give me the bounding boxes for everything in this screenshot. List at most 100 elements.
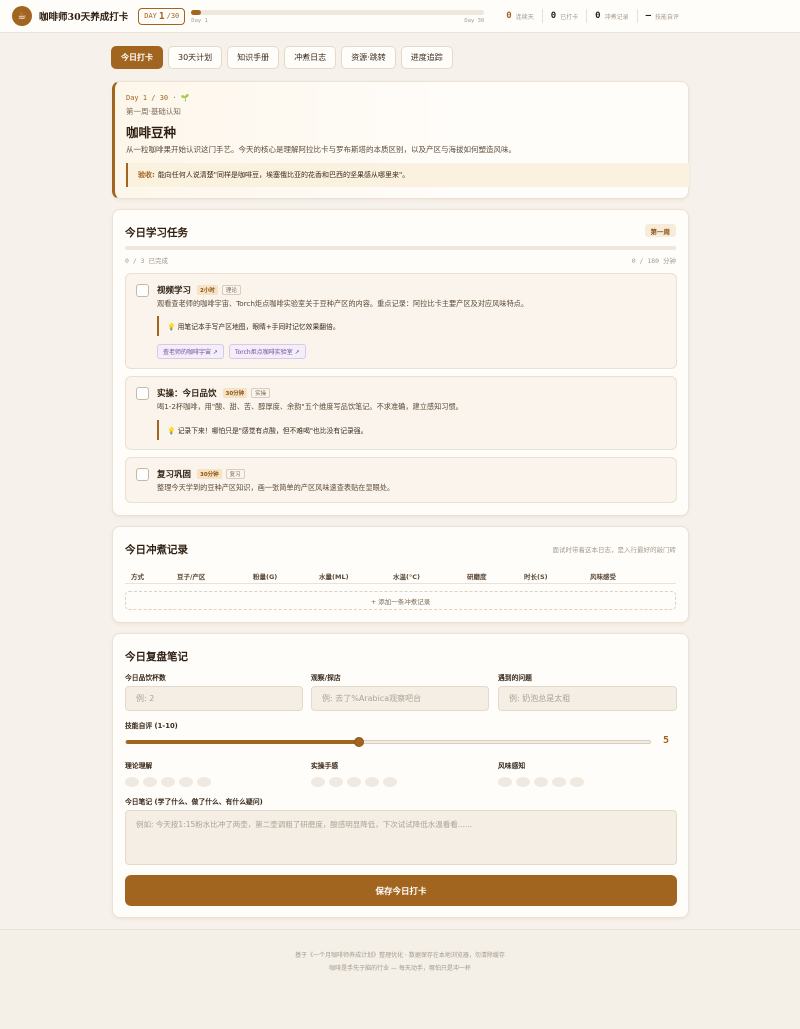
brew-hint: 面试时带着这本日志，是入行最好的敲门砖 [552, 546, 677, 554]
rating-dot[interactable] [534, 777, 548, 787]
day-progress-fill [191, 10, 202, 15]
rating-label: 实操手感 [311, 762, 339, 770]
stat-value: — [645, 11, 652, 21]
main-tabs: 今日打卡 30天计划 知识手册 冲煮日志 资源·跳转 进度追踪 [111, 46, 453, 69]
day-progress: Day 1 Day 30 [191, 6, 485, 26]
stat-value: 0 [506, 11, 512, 21]
resource-link-cha-coffee-universe[interactable]: 查老师的咖啡宇宙 ↗ [157, 344, 224, 359]
rating-dot[interactable] [311, 777, 325, 787]
review-notes-card: 今日复盘笔记 今日品饮杯数 观察/探店 遇到的问题 技能自评 (1-10) 5 … [112, 633, 689, 918]
task-type-chip: 理论 [221, 285, 241, 295]
tab-30-day-plan[interactable]: 30天计划 [168, 46, 223, 69]
app-title: 咖啡师30天养成打卡 [39, 12, 129, 23]
task-type-chip: 复习 [225, 469, 245, 479]
progress-end-label: Day 30 [464, 18, 485, 24]
tab-brew-log[interactable]: 冲煮日志 [284, 46, 337, 69]
stat-value: 0 [595, 11, 601, 21]
task-progress-bar [125, 246, 676, 250]
rating-dot[interactable] [143, 777, 157, 787]
tab-today-checkin[interactable]: 今日打卡 [111, 46, 163, 69]
brew-record-card: 今日冲煮记录 面试时带着这本日志，是入行最好的敲门砖 方式 豆子/产区 粉量(G… [112, 526, 689, 623]
task-item-video-learning: 视频学习 2小时 理论 观看查老师的咖啡宇宙、Torch炬点咖啡实验室关于豆种产… [125, 273, 677, 369]
notes-textarea[interactable] [125, 810, 677, 865]
week-chip: 第一周 [644, 224, 676, 237]
day-badge: DAY 1 /30 [138, 7, 186, 25]
task-description: 观看查老师的咖啡宇宙、Torch炬点咖啡实验室关于豆种产区的内容。重点记录：阿拉… [157, 299, 529, 308]
rating-dot[interactable] [570, 777, 584, 787]
section-title: 今日冲煮记录 [125, 544, 188, 556]
save-checkin-button[interactable]: 保存今日打卡 [125, 875, 677, 906]
footer: 基于《一个月咖啡师养成计划》整理优化 · 数据保存在本地浏览器，勿清除缓存 咖啡… [0, 929, 800, 1029]
handling-rating-dots [311, 777, 397, 787]
stat-brew-records: 0 冲煮记录 [586, 9, 636, 23]
field-label: 观察/探店 [311, 674, 341, 682]
skill-rating-label: 技能自评 (1-10) [125, 722, 178, 730]
rating-dot[interactable] [498, 777, 512, 787]
task-time-chip: 2小时 [197, 285, 218, 295]
tab-knowledge-handbook[interactable]: 知识手册 [227, 46, 280, 69]
stat-label: 连续天 [515, 13, 534, 21]
observation-input[interactable] [311, 686, 489, 711]
column-header: 豆子/产区 [177, 573, 206, 581]
column-header: 水量(ML) [319, 573, 349, 581]
day-total: /30 [166, 12, 180, 20]
task-checkbox[interactable] [136, 468, 149, 481]
task-item-review: 复习巩固 30分钟 复习 整理今天学到的豆种产区知识，画一张简单的产区风味速查表… [125, 457, 677, 503]
problems-input[interactable] [498, 686, 677, 711]
rating-dot[interactable] [125, 777, 139, 787]
rating-dot[interactable] [552, 777, 566, 787]
task-minutes-count: 0 / 180 分钟 [631, 257, 676, 265]
field-label: 遇到的问题 [498, 674, 532, 682]
rating-dot[interactable] [365, 777, 379, 787]
day-line: Day 1 / 30 · 🌱 [126, 94, 190, 102]
task-name: 复习巩固 [157, 470, 192, 480]
task-time-chip: 30分钟 [222, 388, 248, 398]
rating-dot[interactable] [329, 777, 343, 787]
field-label: 今日品饮杯数 [125, 674, 166, 682]
rating-dot[interactable] [516, 777, 530, 787]
rating-label: 理论理解 [125, 762, 153, 770]
stat-label: 冲煮记录 [604, 13, 629, 21]
stat-label: 技能自评 [655, 13, 680, 21]
skill-slider-value: 5 [663, 735, 670, 746]
day-intro-card: Day 1 / 30 · 🌱 第一周·基础认知 咖啡豆种 从一粒咖啡果开始认识这… [112, 81, 689, 199]
cups-count-input[interactable] [125, 686, 303, 711]
rating-dot[interactable] [197, 777, 211, 787]
column-header: 风味感受 [590, 573, 616, 581]
skill-slider-thumb[interactable] [353, 737, 364, 747]
task-name: 实操：今日品饮 [157, 389, 217, 399]
task-name: 视频学习 [157, 286, 192, 296]
stat-streak: 0 连续天 [498, 9, 541, 23]
column-header: 方式 [131, 573, 144, 581]
skill-slider[interactable] [125, 737, 651, 747]
day-prefix: DAY [144, 12, 157, 20]
rating-label: 风味感知 [498, 762, 526, 770]
task-time-chip: 30分钟 [197, 469, 222, 479]
rating-dot[interactable] [161, 777, 175, 787]
day-current: 1 [158, 10, 165, 22]
task-checkbox[interactable] [136, 284, 149, 297]
progress-start-label: Day 1 [191, 18, 208, 24]
tab-resources[interactable]: 资源·跳转 [341, 46, 396, 69]
add-brew-record-button[interactable]: + 添加一条冲煮记录 [125, 591, 676, 610]
rating-dot[interactable] [179, 777, 193, 787]
week-label: 第一周·基础认知 [126, 107, 181, 116]
rating-dot[interactable] [383, 777, 397, 787]
stat-value: 0 [550, 11, 557, 21]
task-description: 整理今天学到的豆种产区知识，画一张简单的产区风味速查表贴在显眼处。 [157, 483, 395, 492]
task-description: 喝1-2杯咖啡，用"酸、甜、苦、醇厚度、余韵"五个维度写品饮笔记。不求准确，建立… [157, 402, 463, 411]
section-title: 今日学习任务 [125, 227, 188, 239]
top-bar: ☕ 咖啡师30天养成打卡 DAY 1 /30 Day 1 Day 30 0 连续… [0, 0, 800, 33]
task-checkbox[interactable] [136, 387, 149, 400]
brew-table-header: 方式 豆子/产区 粉量(G) 水量(ML) 水温(°C) 研磨度 时长(S) 风… [125, 569, 676, 584]
resource-link-torch-coffee-lab[interactable]: Torch炬点咖啡实验室 ↗ [228, 344, 306, 359]
task-type-chip: 实操 [251, 388, 271, 398]
notes-label: 今日笔记 (学了什么、做了什么、有什么疑问) [125, 798, 263, 806]
section-title: 今日复盘笔记 [125, 651, 188, 663]
rating-dot[interactable] [347, 777, 361, 787]
stat-skill-rating: — 技能自评 [636, 9, 687, 23]
tab-progress-tracking[interactable]: 进度追踪 [400, 46, 453, 69]
task-tip: 💡 用笔记本手写产区地图，眼睛+手同时记忆效果翻倍。 [157, 316, 662, 336]
column-header: 时长(S) [524, 573, 548, 581]
task-tip: 💡 记录下来！哪怕只是"感觉有点酸，但不难喝"也比没有记录强。 [157, 420, 662, 440]
